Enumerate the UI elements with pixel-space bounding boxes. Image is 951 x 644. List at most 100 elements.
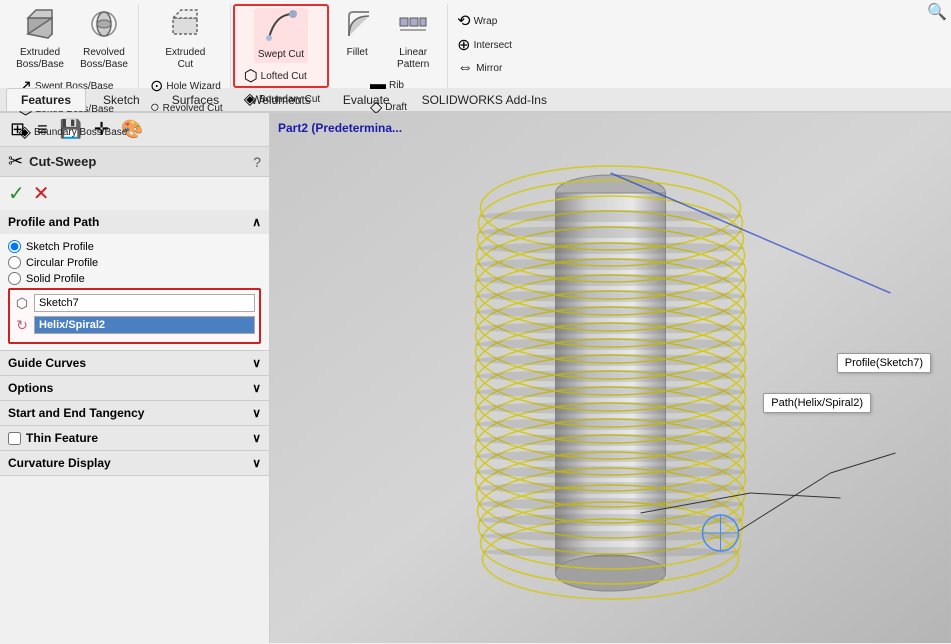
ribbon-group-boss: Extruded Boss/Base Revolved Boss/Base ↗ … bbox=[6, 4, 139, 88]
extruded-cut-label: ExtrudedCut bbox=[165, 47, 205, 71]
ribbon-toolbar: Extruded Boss/Base Revolved Boss/Base ↗ … bbox=[0, 0, 951, 88]
ribbon-group-boss-inner: Extruded Boss/Base Revolved Boss/Base bbox=[10, 6, 134, 73]
lofted-cut-button[interactable]: ⬡ Lofted Cut bbox=[241, 65, 323, 87]
path-input-row: ↻ bbox=[14, 316, 255, 334]
wrap-button[interactable]: ⟲ Wrap bbox=[454, 10, 515, 32]
section-guide-curves-header[interactable]: Guide Curves ∨ bbox=[0, 351, 269, 375]
profile-path-box: ⬡ ↻ bbox=[8, 288, 261, 344]
profile-input-icon: ⬡ bbox=[14, 295, 30, 312]
path-input[interactable] bbox=[34, 316, 255, 334]
extruded-cut-icon bbox=[169, 8, 201, 45]
radio-sketch-profile[interactable]: Sketch Profile bbox=[8, 240, 261, 253]
panel-cancel-button[interactable]: ✕ bbox=[33, 181, 50, 206]
section-tangency: Start and End Tangency ∨ bbox=[0, 401, 269, 426]
mirror-icon: ⇔ bbox=[457, 59, 473, 77]
section-thin-feature: Thin Feature ∨ bbox=[0, 426, 269, 451]
extruded-boss-button[interactable]: Extruded Boss/Base bbox=[10, 6, 70, 73]
section-profile-path: Profile and Path ∧ Sketch Profile Circul… bbox=[0, 210, 269, 351]
section-profile-path-chevron: ∧ bbox=[252, 215, 261, 229]
linear-pattern-icon bbox=[397, 8, 429, 45]
ribbon-wrapper: Extruded Boss/Base Revolved Boss/Base ↗ … bbox=[0, 0, 951, 113]
panel-help-icon[interactable]: ? bbox=[253, 154, 261, 170]
radio-solid-profile-input[interactable] bbox=[8, 272, 21, 285]
mirror-button[interactable]: ⇔ Mirror bbox=[454, 58, 515, 78]
wrap-icon: ⟲ bbox=[457, 11, 470, 31]
section-tangency-chevron: ∨ bbox=[252, 406, 261, 420]
section-options-header[interactable]: Options ∨ bbox=[0, 376, 269, 400]
section-guide-curves-chevron: ∨ bbox=[252, 356, 261, 370]
linear-pattern-label: Linear Pattern bbox=[387, 47, 439, 71]
section-options-chevron: ∨ bbox=[252, 381, 261, 395]
swept-cut-button[interactable]: Swept Cut bbox=[254, 8, 308, 63]
panel-actions: ✓ ✕ bbox=[0, 177, 269, 210]
helix-visualization: Profile(Sketch7) Path(Helix/Spiral2) bbox=[270, 113, 951, 643]
tooltip-profile: Profile(Sketch7) bbox=[837, 353, 931, 373]
ribbon-group-cut: ExtrudedCut ⊙ Hole Wizard ○ Revolved Cut bbox=[141, 4, 231, 88]
tab-surfaces[interactable]: Surfaces bbox=[157, 88, 234, 111]
tab-sketch[interactable]: Sketch bbox=[88, 88, 155, 111]
linear-pattern-button[interactable]: Linear Pattern bbox=[383, 6, 443, 73]
boundary-boss-icon: ◈ bbox=[19, 122, 31, 142]
viewport: Part2 (Predetermina... bbox=[270, 113, 951, 643]
boundary-boss-button[interactable]: ◈ Boundary Boss/Base bbox=[16, 121, 131, 143]
section-tangency-header[interactable]: Start and End Tangency ∨ bbox=[0, 401, 269, 425]
section-curvature-chevron: ∨ bbox=[252, 456, 261, 470]
search-icon[interactable]: 🔍 bbox=[927, 2, 947, 22]
extruded-boss-label: Extruded Boss/Base bbox=[14, 47, 66, 71]
section-options: Options ∨ bbox=[0, 376, 269, 401]
section-guide-curves: Guide Curves ∨ bbox=[0, 351, 269, 376]
profile-input[interactable] bbox=[34, 294, 255, 312]
revolved-boss-button[interactable]: Revolved Boss/Base bbox=[74, 6, 134, 73]
profile-input-row: ⬡ bbox=[14, 294, 255, 312]
section-thin-feature-label: Thin Feature bbox=[26, 431, 98, 445]
tooltip-path: Path(Helix/Spiral2) bbox=[763, 393, 871, 413]
main-area: ⊞ ≡ 💾 ✛ 🎨 ✂ Cut-Sweep ? ✓ ✕ Profile and … bbox=[0, 113, 951, 643]
section-curvature-label: Curvature Display bbox=[8, 456, 111, 470]
ribbon-group-swept-inner: Swept Cut bbox=[254, 8, 308, 63]
intersect-button[interactable]: ⊕ Intersect bbox=[454, 34, 515, 56]
radio-sketch-profile-input[interactable] bbox=[8, 240, 21, 253]
extruded-cut-button[interactable]: ExtrudedCut bbox=[161, 6, 209, 73]
panel-ok-button[interactable]: ✓ bbox=[8, 181, 25, 206]
revolved-boss-icon bbox=[88, 8, 120, 45]
lofted-cut-icon: ⬡ bbox=[244, 66, 258, 86]
radio-circular-profile-input[interactable] bbox=[8, 256, 21, 269]
radio-solid-profile-label: Solid Profile bbox=[26, 273, 85, 285]
section-profile-path-header[interactable]: Profile and Path ∧ bbox=[0, 210, 269, 234]
viewport-title[interactable]: Part2 (Predetermina... bbox=[278, 121, 402, 135]
lofted-cut-label: Lofted Cut bbox=[261, 71, 307, 82]
ribbon-group-pattern-inner: Fillet Linear Pattern bbox=[335, 6, 443, 73]
intersect-label: Intersect bbox=[474, 40, 512, 51]
ribbon-group-cut-inner: ExtrudedCut bbox=[161, 6, 209, 73]
section-profile-path-label: Profile and Path bbox=[8, 215, 99, 229]
tab-weldments[interactable]: Weldments bbox=[236, 88, 326, 111]
section-tangency-label: Start and End Tangency bbox=[8, 406, 144, 420]
ribbon-group-swept: Swept Cut ⬡ Lofted Cut ◈ Boundary Cut bbox=[233, 4, 329, 88]
tab-features[interactable]: Features bbox=[6, 88, 86, 111]
fillet-label: Fillet bbox=[347, 47, 368, 59]
radio-solid-profile[interactable]: Solid Profile bbox=[8, 272, 261, 285]
section-thin-feature-chevron: ∨ bbox=[252, 431, 261, 445]
ribbon-group-wrap: ⟲ Wrap ⊕ Intersect ⇔ Mirror bbox=[450, 4, 519, 88]
helix-svg bbox=[270, 113, 951, 643]
swept-cut-icon bbox=[265, 10, 297, 47]
cut-sweep-icon: ✂ bbox=[8, 151, 23, 172]
path-input-icon: ↻ bbox=[14, 317, 30, 334]
tab-evaluate[interactable]: Evaluate bbox=[328, 88, 405, 111]
extruded-boss-icon bbox=[24, 8, 56, 45]
section-profile-path-content: Sketch Profile Circular Profile Solid Pr… bbox=[0, 234, 269, 350]
fillet-icon bbox=[341, 8, 373, 45]
boundary-boss-label: Boundary Boss/Base bbox=[34, 127, 127, 138]
section-thin-feature-header[interactable]: Thin Feature ∨ bbox=[0, 426, 269, 450]
side-panel: ⊞ ≡ 💾 ✛ 🎨 ✂ Cut-Sweep ? ✓ ✕ Profile and … bbox=[0, 113, 270, 643]
section-options-label: Options bbox=[8, 381, 53, 395]
section-curvature-header[interactable]: Curvature Display ∨ bbox=[0, 451, 269, 475]
radio-circular-profile-label: Circular Profile bbox=[26, 257, 98, 269]
thin-feature-checkbox[interactable] bbox=[8, 432, 21, 445]
section-curvature: Curvature Display ∨ bbox=[0, 451, 269, 476]
radio-circular-profile[interactable]: Circular Profile bbox=[8, 256, 261, 269]
fillet-button[interactable]: Fillet bbox=[335, 6, 379, 61]
tabs-row: Features Sketch Surfaces Weldments Evalu… bbox=[0, 88, 951, 112]
ribbon-group-pattern: Fillet Linear Pattern ▬ Rib bbox=[331, 4, 448, 88]
tab-solidworks-addins[interactable]: SOLIDWORKS Add-Ins bbox=[407, 88, 562, 111]
